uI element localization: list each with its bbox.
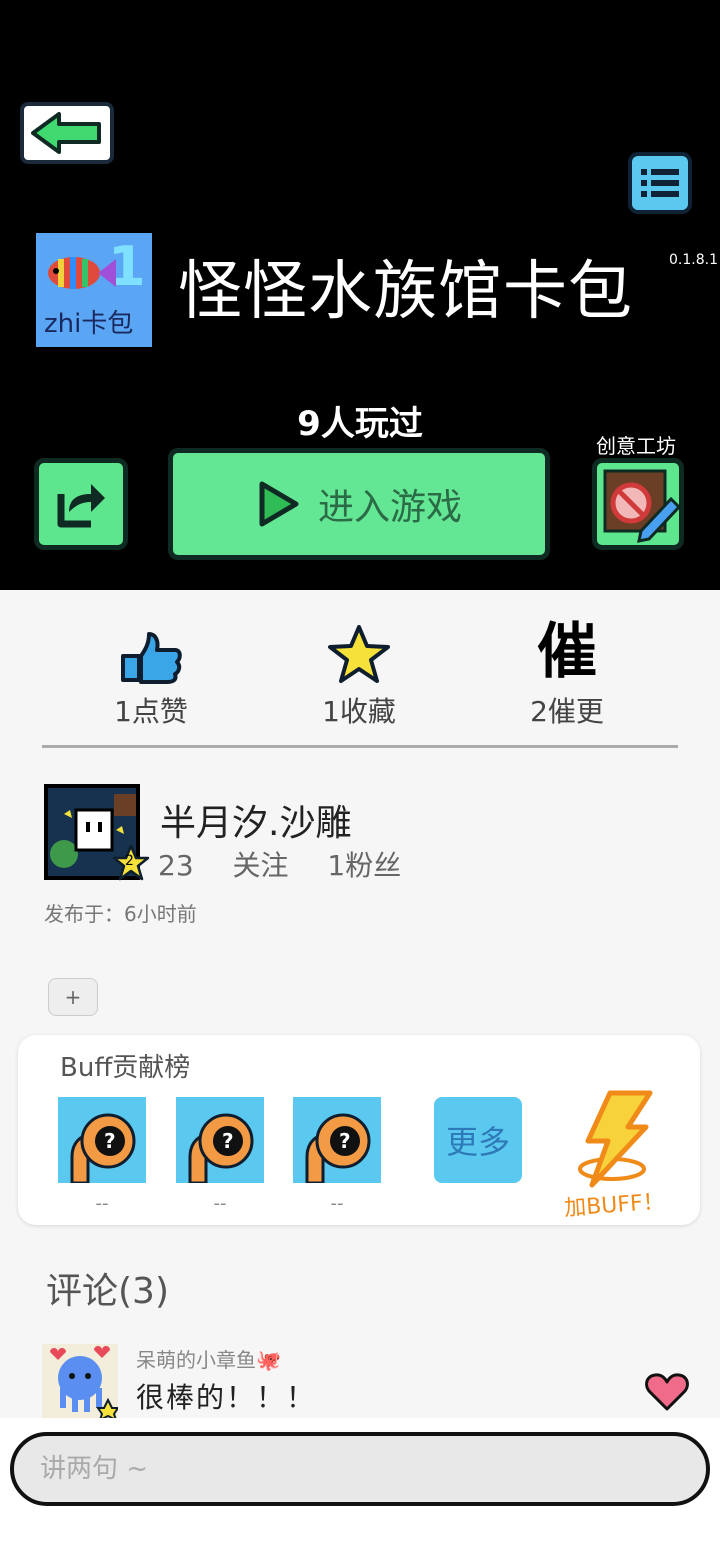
workshop-icon [603, 469, 679, 543]
level-badge: 2 [125, 853, 134, 869]
unknown-user-icon: ? [293, 1097, 381, 1183]
comment-text: 很棒的！！！ [136, 1381, 317, 1414]
add-tag-button[interactable]: + [48, 978, 98, 1016]
arrow-left-icon [31, 112, 101, 154]
add-buff-label[interactable]: 加BUFF！ [563, 1184, 666, 1223]
game-icon: 1 zhi卡包 [36, 233, 152, 347]
menu-button[interactable] [628, 152, 692, 214]
version-label: 0.1.8.1 [669, 252, 718, 268]
buff-user-name-3: -- [330, 1193, 344, 1214]
like-stat[interactable]: 1点赞 [76, 620, 226, 730]
star-icon [328, 625, 390, 683]
share-button[interactable] [34, 458, 128, 550]
game-title: 怪怪水族馆卡包 [178, 255, 633, 329]
buff-title: Buff贡献榜 [60, 1053, 191, 1083]
buff-slot-3[interactable]: ? [293, 1097, 381, 1183]
comment-username[interactable]: 呆萌的小章鱼🐙 [136, 1344, 281, 1373]
author-name[interactable]: 半月汐.沙雕 [160, 794, 351, 846]
svg-text:?: ? [339, 1129, 351, 1153]
divider [42, 745, 678, 748]
enter-game-label: 进入游戏 [317, 487, 462, 528]
share-icon [57, 484, 105, 528]
like-label: 1点赞 [114, 695, 188, 728]
list-icon [641, 169, 679, 197]
buff-leaderboard-card: Buff贡献榜 ? -- ? -- ? -- 更多 加BUFF！ [18, 1035, 700, 1225]
favorite-label: 1收藏 [322, 695, 396, 728]
back-button[interactable] [20, 102, 114, 164]
octopus-avatar-icon [42, 1344, 118, 1420]
enter-game-button[interactable]: 进入游戏 [168, 448, 550, 560]
unknown-user-icon: ? [58, 1097, 146, 1183]
urge-label: 2催更 [530, 695, 604, 728]
game-header: 1 zhi卡包 怪怪水族馆卡包 0.1.8.1 9人玩过 进入游戏 创意工坊 [0, 0, 720, 590]
stats-row: 1点赞 1收藏 催 2催更 [0, 620, 720, 730]
game-icon-label: zhi卡包 [44, 309, 134, 339]
workshop-button[interactable] [592, 458, 684, 550]
urge-stat[interactable]: 催 2催更 [492, 620, 642, 730]
buff-more-button[interactable]: 更多 [434, 1097, 522, 1183]
avatar[interactable] [42, 1344, 118, 1420]
comment-input[interactable] [10, 1432, 710, 1506]
svg-text:?: ? [222, 1129, 234, 1153]
cui-icon: 催 [537, 617, 597, 687]
heart-icon[interactable] [644, 1372, 690, 1412]
unknown-user-icon: ? [176, 1097, 264, 1183]
play-icon [259, 481, 299, 527]
buff-user-name-1: -- [95, 1193, 109, 1214]
lightning-icon[interactable] [570, 1089, 660, 1189]
buff-user-name-2: -- [213, 1193, 227, 1214]
workshop-label: 创意工坊 [596, 434, 676, 458]
author-follow-stats: 23 关注 1粉丝 [158, 849, 402, 882]
svg-text:?: ? [104, 1129, 116, 1153]
thumbs-up-icon [121, 632, 182, 684]
comments-header: 评论(3) [46, 1271, 169, 1312]
publish-time: 发布于：6小时前 [44, 902, 197, 926]
buff-slot-2[interactable]: ? [176, 1097, 264, 1183]
comment-input-bar [0, 1418, 720, 1560]
favorite-stat[interactable]: 1收藏 [284, 620, 434, 730]
buff-slot-1[interactable]: ? [58, 1097, 146, 1183]
